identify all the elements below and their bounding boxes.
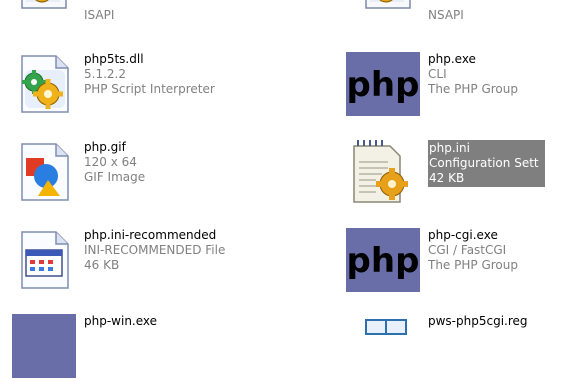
file-name: pws-php5cgi.reg [428, 314, 528, 328]
file-name: php-cgi.exe [428, 228, 498, 242]
registry-file-icon [356, 314, 420, 378]
file-text: php.ini Configuration Sett 42 KB [428, 140, 545, 187]
file-text: php.exe CLI The PHP Group [428, 52, 518, 97]
file-name: php5ts.dll [84, 52, 144, 66]
file-detail: CLI [428, 67, 447, 81]
file-text: php-win.exe [84, 314, 157, 329]
file-detail: ISAPI [84, 8, 115, 22]
file-description: The PHP Group [428, 258, 518, 272]
file-name: php.exe [428, 52, 476, 66]
file-text: NSAPI [428, 0, 464, 23]
file-name: php-win.exe [84, 314, 158, 328]
file-description: The PHP Group [428, 82, 518, 96]
file-text: php.gif 120 x 64 GIF Image [84, 140, 145, 185]
file-name: php.gif [84, 140, 126, 154]
file-detail: INI-RECOMMENDED File [84, 243, 226, 257]
file-name: php.ini-recommended [84, 228, 217, 242]
file-description: 42 KB [429, 171, 465, 185]
file-detail: NSAPI [428, 8, 464, 22]
svg-text:php: php [347, 241, 420, 281]
ini-config-icon [346, 140, 420, 204]
php-logo-icon: php [346, 228, 420, 292]
file-text: php-cgi.exe CGI / FastCGI The PHP Group [428, 228, 518, 273]
file-text: pws-php5cgi.reg [428, 314, 528, 329]
file-name: php.ini [429, 141, 470, 155]
file-detail: 5.1.2.2 [84, 67, 126, 81]
image-file-icon [12, 140, 76, 204]
file-description: GIF Image [84, 170, 146, 184]
file-detail: CGI / FastCGI [428, 243, 507, 257]
dll-gear-icon [12, 0, 76, 12]
php-logo-icon [12, 314, 76, 378]
file-detail: Configuration Sett [429, 156, 539, 170]
file-text: php.ini-recommended INI-RECOMMENDED File… [84, 228, 225, 273]
file-text: ISAPI [84, 0, 114, 23]
file-description: PHP Script Interpreter [84, 82, 215, 96]
svg-text:php: php [347, 65, 420, 105]
php-logo-icon: php [346, 52, 420, 116]
dll-gear-icon [356, 0, 420, 12]
file-text: php5ts.dll 5.1.2.2 PHP Script Interprete… [84, 52, 215, 97]
file-detail: 120 x 64 [84, 155, 137, 169]
generic-file-icon [12, 228, 76, 292]
file-description: 46 KB [84, 258, 120, 272]
dll-gear-icon [12, 52, 76, 116]
